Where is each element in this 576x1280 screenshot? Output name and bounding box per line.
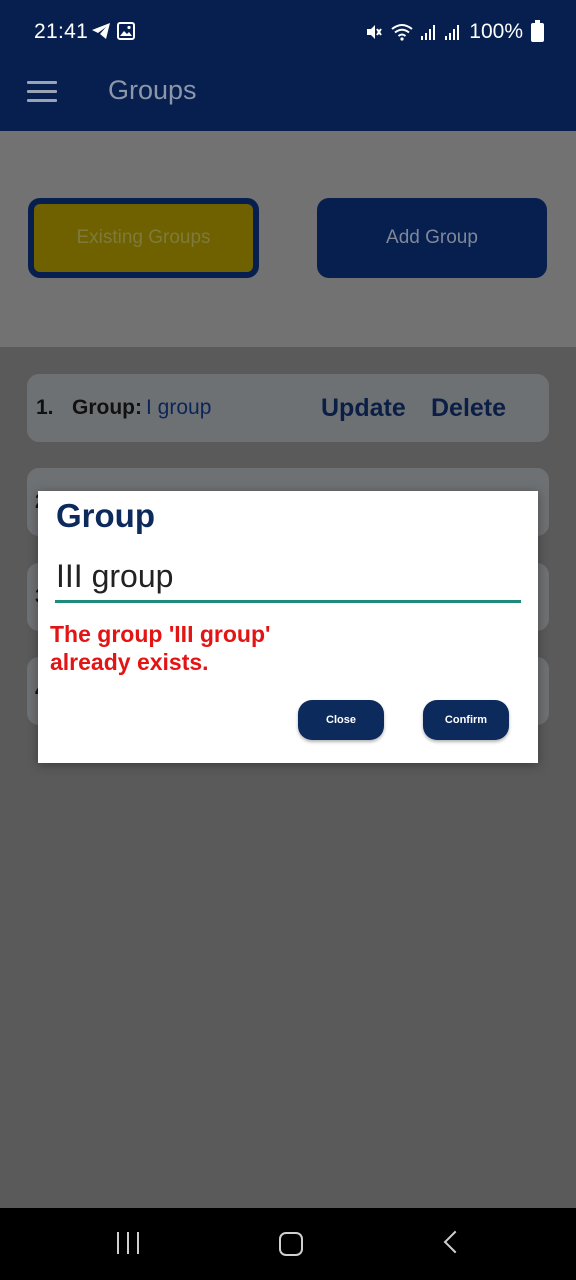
app-bar: Groups — [0, 64, 576, 131]
signal-icon — [421, 25, 436, 40]
group-dialog: Group The group 'III group' already exis… — [38, 491, 538, 763]
hamburger-menu-icon[interactable] — [27, 81, 57, 103]
status-left-icons — [91, 22, 135, 40]
navigation-bar — [0, 1208, 576, 1280]
status-right-icons: 100% — [365, 19, 544, 44]
gallery-icon — [117, 22, 135, 40]
dialog-title: Group — [56, 497, 155, 534]
back-icon[interactable] — [443, 1230, 467, 1254]
group-name-input[interactable] — [55, 553, 521, 603]
telegram-icon — [92, 23, 110, 39]
battery-percent: 100% — [469, 20, 523, 43]
error-message: The group 'III group' already exists. — [50, 621, 271, 675]
update-button[interactable]: Update — [321, 394, 406, 423]
status-bar: 21:41 100% — [0, 0, 576, 64]
page-title: Groups — [108, 75, 197, 105]
confirm-button[interactable]: Confirm — [423, 700, 509, 740]
close-button[interactable]: Close — [298, 700, 384, 740]
existing-groups-tab[interactable]: Existing Groups — [28, 198, 259, 278]
delete-button[interactable]: Delete — [431, 394, 506, 423]
recent-apps-icon[interactable] — [117, 1232, 141, 1256]
mute-icon — [367, 25, 383, 39]
home-icon[interactable] — [279, 1232, 303, 1256]
tab-area: Existing Groups Add Group — [0, 131, 576, 347]
existing-groups-tab-label: Existing Groups — [34, 204, 253, 272]
list-item-number: 1. — [36, 396, 54, 419]
list-item-label: Group: — [72, 396, 142, 419]
add-group-tab[interactable]: Add Group — [317, 198, 547, 278]
battery-icon — [531, 19, 544, 42]
wifi-icon — [391, 24, 413, 41]
status-time: 21:41 — [34, 20, 89, 43]
list-item: 1. Group: I group Update Delete — [27, 374, 549, 442]
signal-icon — [445, 25, 460, 40]
list-item-value: I group — [146, 396, 212, 419]
